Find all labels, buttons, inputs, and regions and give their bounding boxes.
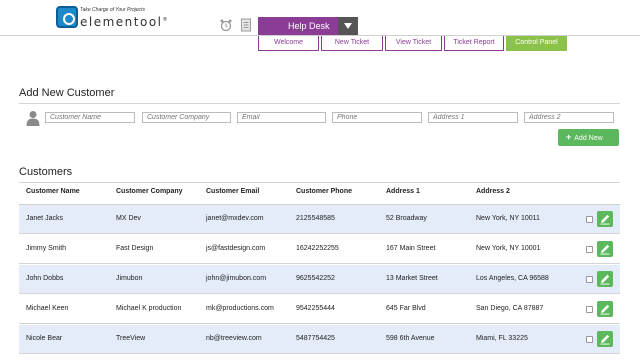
address-2-cell: Los Angeles, CA 96588 xyxy=(476,275,549,282)
customer-company-cell: Michael K production xyxy=(116,305,182,312)
address-1-cell: 598 6th Avenue xyxy=(386,335,435,342)
notes-icon[interactable] xyxy=(240,18,252,32)
tab-control-panel[interactable]: Control Panel xyxy=(506,36,567,51)
customer-email-cell: js@fastdesign.com xyxy=(206,245,266,252)
alarm-clock-icon[interactable] xyxy=(220,18,232,32)
customer-email-cell: nb@treeview.com xyxy=(206,335,262,342)
customers-title: Customers xyxy=(19,166,73,178)
tab-welcome[interactable]: Welcome xyxy=(258,36,319,51)
row-select-checkbox[interactable] xyxy=(586,246,593,253)
table-row[interactable]: Nicole Bear TreeView nb@treeview.com 548775… xyxy=(19,325,620,354)
email-input[interactable] xyxy=(237,112,326,123)
edit-row-button[interactable] xyxy=(597,271,613,287)
table-row[interactable]: John Dobbs Jimubon john@jimubon.com 9625542… xyxy=(19,265,620,294)
edit-row-button[interactable] xyxy=(597,331,613,347)
edit-row-button[interactable] xyxy=(597,241,613,257)
customer-phone-cell: 5487754425 xyxy=(296,335,335,342)
address-2-cell: New York, NY 10011 xyxy=(476,215,540,222)
customer-company-input[interactable] xyxy=(142,112,231,123)
pencil-icon xyxy=(600,214,610,225)
address-2-cell: Miami, FL 33225 xyxy=(476,335,528,342)
col-header-customer-email[interactable]: Customer Email xyxy=(206,188,259,195)
tab-ticket-report[interactable]: Ticket Report xyxy=(444,36,504,51)
customer-phone-cell: 9625542252 xyxy=(296,275,335,282)
address-1-input[interactable] xyxy=(428,112,518,123)
section-divider xyxy=(19,103,620,104)
add-new-label: Add New xyxy=(574,135,603,142)
customer-phone-cell: 16242252255 xyxy=(296,245,339,252)
row-select-checkbox[interactable] xyxy=(586,276,593,283)
table-row[interactable]: Jimmy Smith Fast Design js@fastdesign.com 1… xyxy=(19,235,620,264)
address-2-input[interactable] xyxy=(524,112,614,123)
customer-email-cell: john@jimubon.com xyxy=(206,275,267,282)
customer-phone-cell: 2125548585 xyxy=(296,215,335,222)
help-desk-dropdown-button[interactable] xyxy=(338,17,358,35)
customer-name-cell: John Dobbs xyxy=(26,275,64,282)
pencil-icon xyxy=(600,244,610,255)
tab-view-ticket[interactable]: View Ticket xyxy=(385,36,442,51)
app-header: Take Charge of Your Projects elementool®… xyxy=(0,0,640,56)
address-2-cell: San Diego, CA 87887 xyxy=(476,305,544,312)
section-divider xyxy=(19,182,620,183)
nav-tabs: Welcome New Ticket View Ticket Ticket Re… xyxy=(258,36,569,51)
row-select-checkbox[interactable] xyxy=(586,306,593,313)
customer-company-cell: Jimubon xyxy=(116,275,143,282)
add-customer-title: Add New Customer xyxy=(19,87,115,99)
row-select-checkbox[interactable] xyxy=(586,336,593,343)
help-desk-menu[interactable]: Help Desk xyxy=(258,17,338,35)
add-new-button[interactable]: + Add New xyxy=(558,129,619,146)
tab-new-ticket[interactable]: New Ticket xyxy=(321,36,383,51)
customer-name-cell: Michael Keen xyxy=(26,305,69,312)
customer-email-cell: janet@mxdev.com xyxy=(206,215,264,222)
address-2-cell: New York, NY 10001 xyxy=(476,245,541,252)
address-1-cell: 645 Far Blvd xyxy=(386,305,426,312)
pencil-icon xyxy=(600,274,610,285)
elementool-logo[interactable]: Take Charge of Your Projects elementool® xyxy=(56,6,169,30)
customer-phone-cell: 9542255444 xyxy=(296,305,335,312)
pencil-icon xyxy=(600,334,610,345)
customer-name-cell: Nicole Bear xyxy=(26,335,63,342)
customer-name-cell: Jimmy Smith xyxy=(26,245,67,252)
col-header-address-2[interactable]: Address 2 xyxy=(476,188,510,195)
customer-company-cell: TreeView xyxy=(116,335,146,342)
person-icon xyxy=(26,111,40,126)
col-header-customer-company[interactable]: Customer Company xyxy=(116,188,183,195)
customer-company-cell: Fast Design xyxy=(116,245,154,252)
phone-input[interactable] xyxy=(332,112,422,123)
chevron-down-icon xyxy=(344,23,352,29)
logo-mark-icon xyxy=(56,6,78,28)
pencil-icon xyxy=(600,304,610,315)
col-header-customer-name[interactable]: Customer Name xyxy=(26,188,80,195)
address-1-cell: 52 Broadway xyxy=(386,215,427,222)
logo-tagline: Take Charge of Your Projects xyxy=(80,7,146,13)
plus-icon: + xyxy=(566,132,572,142)
table-row[interactable]: Janet Jacks MX Dev janet@mxdev.com 21255485… xyxy=(19,205,620,234)
col-header-customer-phone[interactable]: Customer Phone xyxy=(296,188,352,195)
edit-row-button[interactable] xyxy=(597,211,613,227)
edit-row-button[interactable] xyxy=(597,301,613,317)
customer-company-cell: MX Dev xyxy=(116,215,141,222)
customer-name-cell: Janet Jacks xyxy=(26,215,63,222)
address-1-cell: 167 Main Street xyxy=(386,245,436,252)
table-row[interactable]: Michael Keen Michael K production mk@produ… xyxy=(19,295,620,324)
customer-name-input[interactable] xyxy=(45,112,135,123)
address-1-cell: 13 Market Street xyxy=(386,275,438,282)
logo-name: elementool® xyxy=(80,15,169,29)
col-header-address-1[interactable]: Address 1 xyxy=(386,188,420,195)
row-select-checkbox[interactable] xyxy=(586,216,593,223)
customer-email-cell: mk@productions.com xyxy=(206,305,274,312)
